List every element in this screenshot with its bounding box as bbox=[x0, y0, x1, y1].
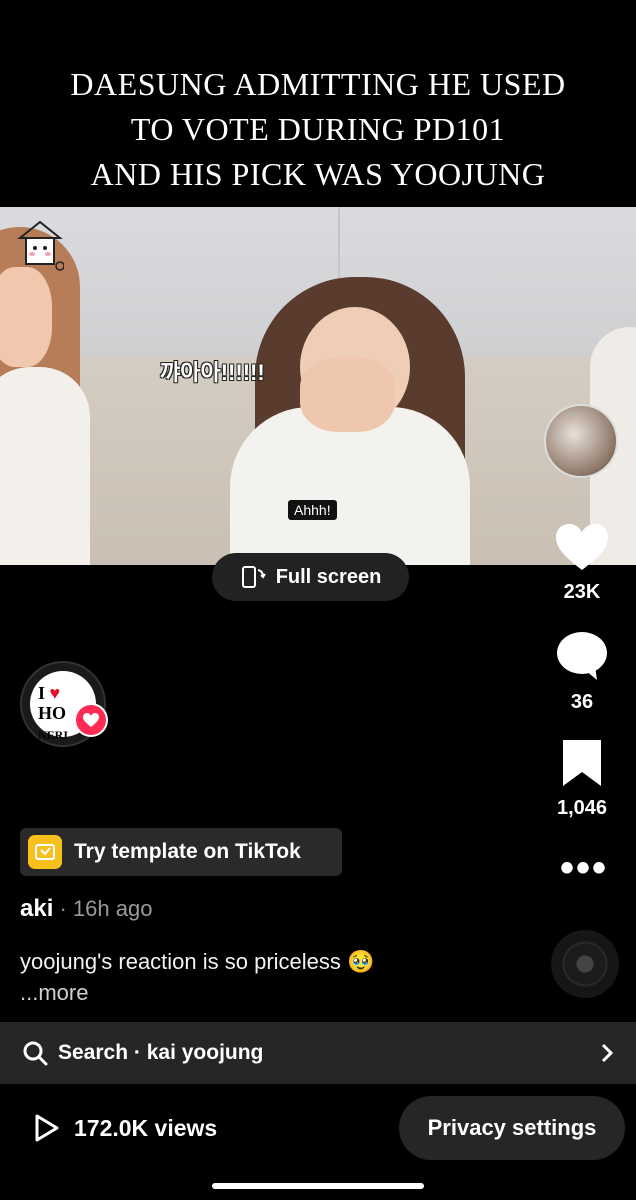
creator-badge-line1: I bbox=[38, 683, 46, 703]
person-left-face bbox=[0, 267, 52, 367]
follow-button[interactable] bbox=[74, 703, 108, 737]
sound-author-avatar[interactable] bbox=[544, 404, 618, 478]
author-name[interactable]: aki bbox=[20, 895, 53, 922]
try-template-button[interactable]: Try template on TikTok bbox=[20, 828, 342, 876]
chevron-right-icon bbox=[601, 1043, 614, 1063]
comment-count: 36 bbox=[570, 691, 594, 713]
fullscreen-label: Full screen bbox=[275, 565, 382, 588]
music-disc-icon[interactable] bbox=[551, 930, 619, 998]
person-left-body bbox=[0, 367, 90, 565]
post-description[interactable]: yoojung's reaction is so priceless 🥹 ...… bbox=[20, 946, 540, 1008]
rotate-phone-icon bbox=[241, 566, 266, 588]
creator-badge-line2: HO bbox=[38, 703, 67, 723]
creator-badge-line3: NERI bbox=[38, 728, 69, 742]
search-icon bbox=[23, 1041, 48, 1066]
creator-badge-heart: ♥ bbox=[49, 683, 61, 703]
privacy-settings-button[interactable]: Privacy settings bbox=[399, 1096, 625, 1160]
like-count: 23K bbox=[563, 581, 601, 603]
views-indicator[interactable]: 172.0K views bbox=[34, 1113, 217, 1143]
video-caption-title: DAESUNG ADMITTING HE USED TO VOTE DURING… bbox=[70, 66, 566, 192]
channel-logo-icon bbox=[17, 220, 64, 271]
more-link[interactable]: ...more bbox=[20, 980, 88, 1005]
subtitle-korean: 꺄아아!!!!!! bbox=[160, 360, 265, 385]
more-options-icon[interactable]: ••• bbox=[560, 848, 608, 888]
description-text: yoojung's reaction is so priceless 🥹 bbox=[20, 949, 375, 974]
subtitle-english: Ahhh! bbox=[288, 500, 337, 520]
author-row: aki · 16h ago bbox=[20, 895, 152, 923]
bookmark-icon bbox=[563, 740, 601, 786]
search-bar[interactable]: Search · kai yoojung bbox=[0, 1022, 636, 1084]
comment-icon bbox=[557, 632, 607, 680]
home-indicator bbox=[212, 1183, 424, 1189]
person-center-hands bbox=[300, 357, 395, 432]
fullscreen-button[interactable]: Full screen bbox=[212, 553, 409, 601]
comment-button[interactable]: 36 bbox=[548, 630, 616, 714]
try-template-label: Try template on TikTok bbox=[74, 840, 301, 863]
bookmark-button[interactable]: 1,046 bbox=[548, 738, 616, 820]
bookmark-count: 1,046 bbox=[556, 797, 608, 819]
heart-icon bbox=[556, 524, 608, 570]
template-icon bbox=[28, 835, 62, 869]
views-count: 172.0K views bbox=[74, 1114, 218, 1141]
post-time: · 16h ago bbox=[53, 896, 153, 921]
play-outline-icon bbox=[35, 1114, 59, 1142]
search-label: Search · kai yoojung bbox=[58, 1041, 264, 1064]
heart-follow-icon bbox=[83, 713, 99, 727]
like-button[interactable]: 23K bbox=[548, 522, 616, 604]
